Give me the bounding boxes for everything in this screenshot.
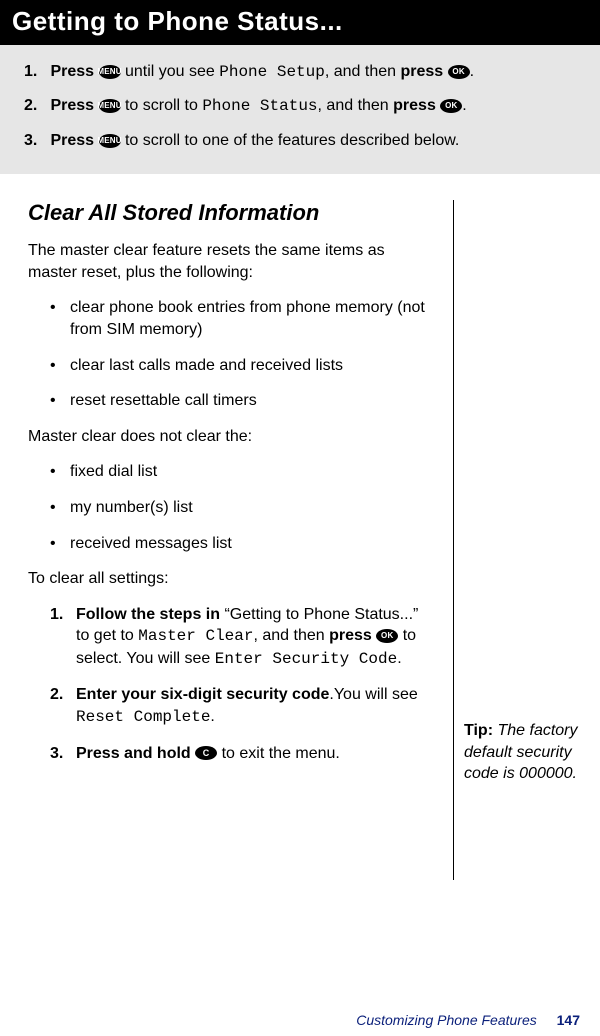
bullet-text: my number(s) list bbox=[70, 497, 193, 519]
step-body: Press and hold C to exit the menu. bbox=[76, 743, 340, 765]
footer-page-number: 147 bbox=[557, 1012, 580, 1028]
list-item: • received messages list bbox=[28, 533, 435, 555]
bullet-text: received messages list bbox=[70, 533, 232, 555]
step-text: , and then bbox=[253, 627, 329, 644]
step-text-bold: Press and hold bbox=[76, 745, 195, 762]
top-step-1: 1. Press MENU until you see Phone Setup,… bbox=[24, 61, 576, 83]
step-text: .You will see bbox=[329, 686, 417, 703]
subsection-heading: Clear All Stored Information bbox=[28, 200, 435, 226]
bullet-icon: • bbox=[50, 355, 70, 377]
step-text-bold: press bbox=[393, 97, 440, 114]
ok-button-icon: OK bbox=[440, 99, 462, 113]
bottom-step-3: 3. Press and hold C to exit the menu. bbox=[28, 743, 435, 765]
step-body: Follow the steps in “Getting to Phone St… bbox=[76, 604, 435, 671]
step-text: . bbox=[397, 650, 401, 667]
content-area: Clear All Stored Information The master … bbox=[0, 174, 600, 880]
section-header: Getting to Phone Status... bbox=[0, 0, 600, 45]
bullet-icon: • bbox=[50, 390, 70, 412]
list-item: • clear phone book entries from phone me… bbox=[28, 297, 435, 340]
step-text-bold: press bbox=[400, 63, 447, 80]
lcd-text: Reset Complete bbox=[76, 708, 210, 726]
list-item: • clear last calls made and received lis… bbox=[28, 355, 435, 377]
step-text: to scroll to bbox=[121, 97, 203, 114]
step-number: 3. bbox=[24, 130, 46, 152]
ok-button-icon: OK bbox=[448, 65, 470, 79]
lcd-text: Master Clear bbox=[138, 627, 253, 645]
instruction-box: 1. Press MENU until you see Phone Setup,… bbox=[0, 45, 600, 174]
ok-button-icon: OK bbox=[376, 629, 398, 643]
step-text: . bbox=[470, 63, 474, 80]
lcd-text: Phone Status bbox=[202, 97, 317, 115]
bullet-text: clear phone book entries from phone memo… bbox=[70, 297, 435, 340]
menu-button-icon: MENU bbox=[99, 65, 121, 79]
step-body: Enter your six-digit security code.You w… bbox=[76, 684, 435, 728]
step-text-bold: Press bbox=[50, 97, 98, 114]
menu-button-icon: MENU bbox=[99, 134, 121, 148]
step-text: to exit the menu. bbox=[217, 745, 340, 762]
list-item: • reset resettable call timers bbox=[28, 390, 435, 412]
step-text: . bbox=[462, 97, 466, 114]
bottom-step-1: 1. Follow the steps in “Getting to Phone… bbox=[28, 604, 435, 671]
step-text-bold: Enter your six-digit security code bbox=[76, 686, 329, 703]
tip-label: Tip: bbox=[464, 722, 493, 739]
step-text: to scroll to one of the features describ… bbox=[121, 132, 460, 149]
clear-paragraph: To clear all settings: bbox=[28, 568, 435, 590]
top-step-3: 3. Press MENU to scroll to one of the fe… bbox=[24, 130, 576, 152]
bullet-text: clear last calls made and received lists bbox=[70, 355, 343, 377]
intro-paragraph: The master clear feature resets the same… bbox=[28, 240, 435, 283]
step-text: , and then bbox=[325, 63, 401, 80]
header-title: Getting to Phone Status... bbox=[12, 6, 343, 36]
footer-section-name: Customizing Phone Features bbox=[356, 1012, 537, 1028]
c-button-icon: C bbox=[195, 746, 217, 760]
step-text-bold: press bbox=[329, 627, 376, 644]
step-text: , and then bbox=[318, 97, 394, 114]
step-text-bold: Follow the steps in bbox=[76, 606, 220, 623]
list-item: • fixed dial list bbox=[28, 461, 435, 483]
step-number: 2. bbox=[50, 684, 76, 728]
top-step-2: 2. Press MENU to scroll to Phone Status,… bbox=[24, 95, 576, 117]
menu-button-icon: MENU bbox=[99, 99, 121, 113]
step-text-bold: Press bbox=[50, 132, 98, 149]
bullet-text: fixed dial list bbox=[70, 461, 157, 483]
lcd-text: Phone Setup bbox=[219, 63, 325, 81]
page-footer: Customizing Phone Features 147 bbox=[356, 1012, 580, 1028]
bullet-icon: • bbox=[50, 297, 70, 340]
step-number: 3. bbox=[50, 743, 76, 765]
main-column: Clear All Stored Information The master … bbox=[28, 200, 454, 880]
bullet-text: reset resettable call timers bbox=[70, 390, 257, 412]
bottom-step-2: 2. Enter your six-digit security code.Yo… bbox=[28, 684, 435, 728]
list-item: • my number(s) list bbox=[28, 497, 435, 519]
tip-block: Tip: The factory default security code i… bbox=[464, 720, 580, 785]
step-text: . bbox=[210, 708, 214, 725]
bullet-icon: • bbox=[50, 497, 70, 519]
bullet-icon: • bbox=[50, 533, 70, 555]
mid-paragraph: Master clear does not clear the: bbox=[28, 426, 435, 448]
step-number: 2. bbox=[24, 95, 46, 117]
step-text-bold: Press bbox=[50, 63, 98, 80]
step-number: 1. bbox=[50, 604, 76, 671]
step-number: 1. bbox=[24, 61, 46, 83]
bullet-icon: • bbox=[50, 461, 70, 483]
lcd-text: Enter Security Code bbox=[215, 650, 397, 668]
side-column: Tip: The factory default security code i… bbox=[454, 200, 580, 880]
step-text: until you see bbox=[121, 63, 220, 80]
